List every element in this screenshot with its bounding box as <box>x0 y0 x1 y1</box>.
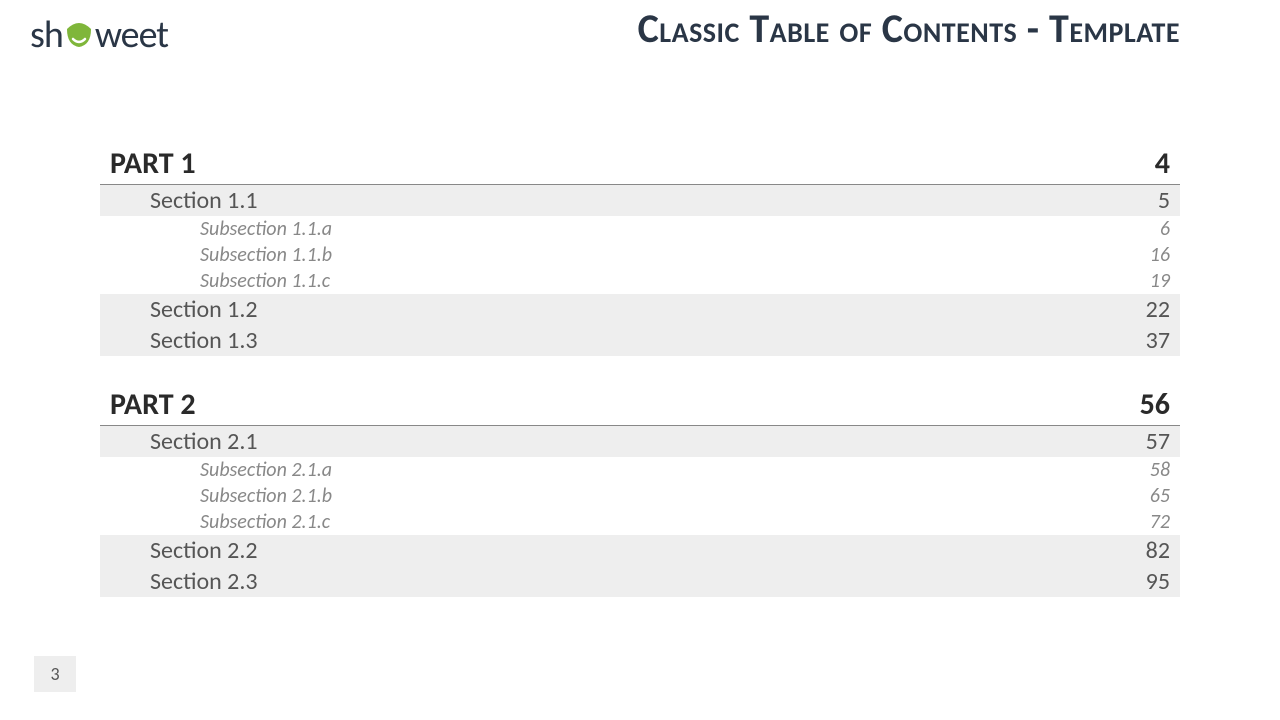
toc-part: PART 2 56 Section 2.1 57 Subsection 2.1.… <box>100 386 1180 597</box>
subsection-label: Subsection 1.1.a <box>200 216 332 242</box>
subsection-label: Subsection 2.1.a <box>200 457 332 483</box>
part-page: 56 <box>1140 386 1170 423</box>
section-label: Section 1.2 <box>150 295 258 324</box>
slide-number: 3 <box>34 656 76 692</box>
part-label: PART 1 <box>110 145 196 182</box>
section-label: Section 2.1 <box>150 427 258 456</box>
toc-part-row: PART 1 4 <box>100 145 1180 185</box>
subsection-page: 72 <box>1150 509 1170 535</box>
subsection-page: 58 <box>1150 457 1170 483</box>
toc-section-row: Section 2.1 57 <box>100 426 1180 457</box>
toc-subsection-row: Subsection 1.1.a 6 <box>100 216 1180 242</box>
section-label: Section 1.1 <box>150 186 258 215</box>
subsection-label: Subsection 2.1.b <box>200 483 332 509</box>
part-label: PART 2 <box>110 386 196 423</box>
subsection-page: 6 <box>1160 216 1170 242</box>
toc-section-row: Section 2.2 82 <box>100 535 1180 566</box>
section-page: 57 <box>1146 427 1170 456</box>
toc-subsection-row: Subsection 2.1.b 65 <box>100 483 1180 509</box>
section-page: 95 <box>1146 567 1170 596</box>
toc-subsection-row: Subsection 1.1.b 16 <box>100 242 1180 268</box>
subsection-page: 16 <box>1150 242 1170 268</box>
toc-part-row: PART 2 56 <box>100 386 1180 426</box>
brand-text-post: weet <box>95 12 168 58</box>
toc-subsection-row: Subsection 2.1.a 58 <box>100 457 1180 483</box>
section-page: 22 <box>1146 295 1170 324</box>
section-page: 37 <box>1146 326 1170 355</box>
subsection-label: Subsection 1.1.b <box>200 242 332 268</box>
subsection-page: 19 <box>1150 268 1170 294</box>
section-page: 5 <box>1158 186 1170 215</box>
toc-part: PART 1 4 Section 1.1 5 Subsection 1.1.a … <box>100 145 1180 356</box>
toc-section-row: Section 1.2 22 <box>100 294 1180 325</box>
part-page: 4 <box>1155 145 1170 182</box>
page-title: Classic Table of Contents - Template <box>638 4 1180 53</box>
toc-section-row: Section 2.3 95 <box>100 566 1180 597</box>
brand-logo: shweet <box>30 12 168 58</box>
toc-section-row: Section 1.1 5 <box>100 185 1180 216</box>
toc-section-row: Section 1.3 37 <box>100 325 1180 356</box>
table-of-contents: PART 1 4 Section 1.1 5 Subsection 1.1.a … <box>100 145 1180 627</box>
slide: shweet Classic Table of Contents - Templ… <box>0 0 1280 720</box>
section-label: Section 1.3 <box>150 326 258 355</box>
leaf-icon <box>63 14 95 42</box>
toc-subsection-row: Subsection 2.1.c 72 <box>100 509 1180 535</box>
brand-text-pre: sh <box>30 12 63 58</box>
section-label: Section 2.2 <box>150 536 258 565</box>
section-label: Section 2.3 <box>150 567 258 596</box>
subsection-page: 65 <box>1150 483 1170 509</box>
subsection-label: Subsection 1.1.c <box>200 268 330 294</box>
subsection-label: Subsection 2.1.c <box>200 509 330 535</box>
section-page: 82 <box>1146 536 1170 565</box>
toc-subsection-row: Subsection 1.1.c 19 <box>100 268 1180 294</box>
